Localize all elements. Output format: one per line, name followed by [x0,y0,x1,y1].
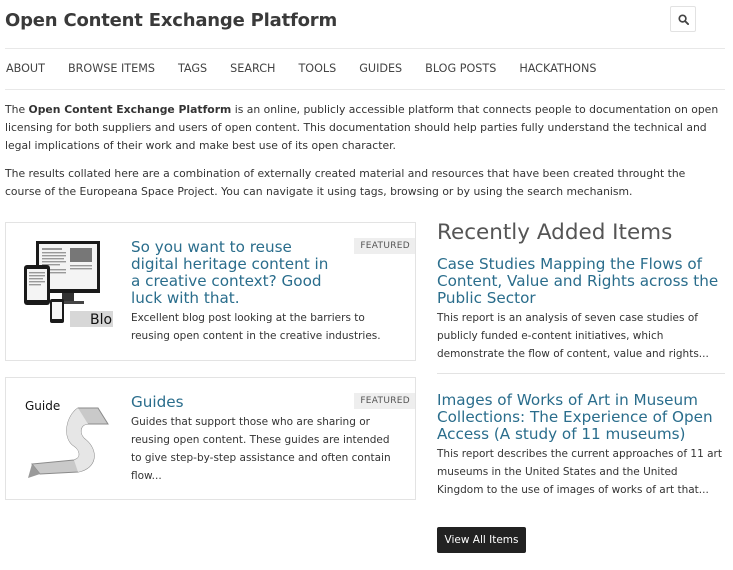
devices-image-icon: Blo [22,239,113,329]
intro-paragraph-1: The Open Content Exchange Platform is an… [5,101,723,155]
featured-description: Excellent blog post looking at the barri… [131,312,381,342]
nav-item-about[interactable]: ABOUT [6,62,45,75]
recent-item: Images of Works of Art in Museum Collect… [437,392,725,499]
intro-platform-name: Open Content Exchange Platform [28,103,232,116]
main-nav: ABOUT BROWSE ITEMS TAGS SEARCH TOOLS GUI… [6,62,619,75]
nav-item-blog-posts[interactable]: BLOG POSTS [425,62,496,75]
featured-title[interactable]: Guides [131,394,341,411]
search-icon [677,13,689,25]
recent-item-description: This report is an analysis of seven case… [437,312,709,360]
nav-item-tags[interactable]: TAGS [178,62,207,75]
guides-image-label: Guide [25,399,60,413]
nav-item-search[interactable]: SEARCH [230,62,275,75]
header-divider [5,48,725,49]
recent-item-description: This report describes the current approa… [437,448,722,496]
guides-thumbnail[interactable]: Guide [22,394,113,484]
featured-title[interactable]: So you want to reuse digital heritage co… [131,239,341,307]
search-button[interactable] [670,6,696,32]
featured-badge: FEATURED [354,393,415,409]
featured-badge: FEATURED [354,238,415,254]
featured-card: Blo So you want to reuse digital heritag… [5,222,416,361]
site-title[interactable]: Open Content Exchange Platform [5,10,337,31]
recent-items-heading: Recently Added Items [437,220,673,245]
featured-card: Guide Guides Guides that support those w… [5,377,416,500]
nav-item-browse-items[interactable]: BROWSE ITEMS [68,62,155,75]
recent-item-divider [437,373,725,374]
recent-item-title[interactable]: Images of Works of Art in Museum Collect… [437,392,725,443]
intro-text-pre: The [5,103,29,116]
arrow-image-icon: Guide [22,394,113,484]
nav-divider [5,89,725,90]
view-all-items-button[interactable]: View All Items [437,527,526,553]
nav-item-guides[interactable]: GUIDES [359,62,402,75]
recent-item: Case Studies Mapping the Flows of Conten… [437,256,725,363]
blog-image-label: Blo [90,312,112,328]
blog-thumbnail[interactable]: Blo [22,239,113,329]
featured-description: Guides that support those who are sharin… [131,416,391,482]
nav-item-hackathons[interactable]: HACKATHONS [519,62,596,75]
intro-paragraph-2: The results collated here are a combinat… [5,167,686,198]
recent-item-title[interactable]: Case Studies Mapping the Flows of Conten… [437,256,725,307]
nav-item-tools[interactable]: TOOLS [298,62,336,75]
intro-text: The Open Content Exchange Platform is an… [5,101,723,211]
